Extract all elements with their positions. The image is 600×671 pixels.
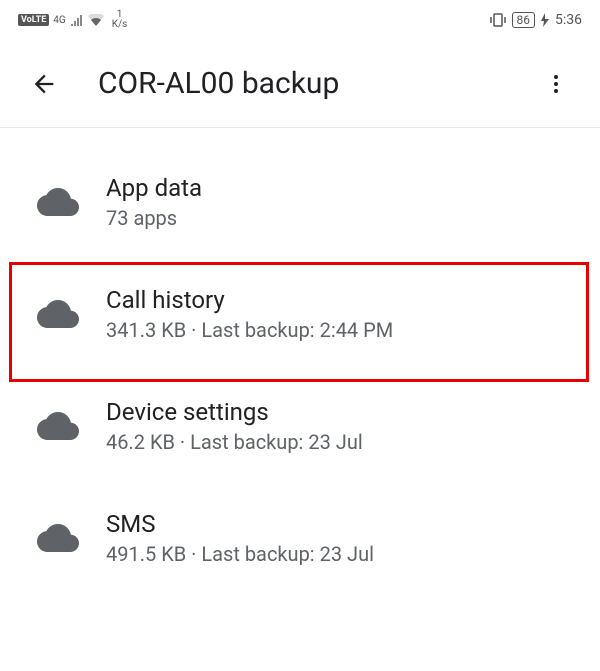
item-text: Device settings 46.2 KB · Last backup: 2…: [106, 398, 576, 454]
app-bar: COR-AL00 backup: [0, 40, 600, 128]
back-button[interactable]: [24, 64, 64, 104]
status-bar: VoLTE 4G 1 K/s 86 5:36: [0, 0, 600, 40]
list-item-call-history[interactable]: Call history 341.3 KB · Last backup: 2:4…: [0, 258, 600, 370]
item-title: App data: [106, 174, 576, 202]
more-options-button[interactable]: [536, 64, 576, 104]
backup-list: App data 73 apps Call history 341.3 KB ·…: [0, 128, 600, 594]
list-item-sms[interactable]: SMS 491.5 KB · Last backup: 23 Jul: [0, 482, 600, 594]
network-speed: 1 K/s: [112, 10, 128, 30]
item-subtitle: 46.2 KB · Last backup: 23 Jul: [106, 430, 576, 454]
clock: 5:36: [555, 12, 582, 28]
item-text: App data 73 apps: [106, 174, 576, 230]
item-text: SMS 491.5 KB · Last backup: 23 Jul: [106, 510, 576, 566]
cloud-icon: [24, 188, 92, 216]
vibrate-icon: [490, 13, 506, 27]
status-right: 86 5:36: [490, 12, 583, 28]
item-subtitle: 491.5 KB · Last backup: 23 Jul: [106, 542, 576, 566]
status-left: VoLTE 4G 1 K/s: [18, 10, 127, 30]
speed-unit: K/s: [112, 20, 128, 30]
charging-icon: [541, 13, 549, 27]
item-text: Call history 341.3 KB · Last backup: 2:4…: [106, 286, 576, 342]
cloud-icon: [24, 300, 92, 328]
item-subtitle: 73 apps: [106, 206, 576, 230]
list-item-device-settings[interactable]: Device settings 46.2 KB · Last backup: 2…: [0, 370, 600, 482]
network-indicator: 4G: [53, 15, 65, 26]
item-title: Device settings: [106, 398, 576, 426]
wifi-icon: [88, 14, 104, 26]
battery-indicator: 86: [512, 12, 536, 28]
cloud-icon: [24, 524, 92, 552]
more-vert-icon: [544, 72, 568, 96]
item-title: SMS: [106, 510, 576, 538]
cloud-icon: [24, 412, 92, 440]
arrow-back-icon: [30, 70, 58, 98]
item-title: Call history: [106, 286, 576, 314]
page-title: COR-AL00 backup: [98, 66, 536, 101]
list-item-app-data[interactable]: App data 73 apps: [0, 146, 600, 258]
item-subtitle: 341.3 KB · Last backup: 2:44 PM: [106, 318, 576, 342]
signal-icon: [70, 14, 84, 26]
volte-badge: VoLTE: [18, 14, 49, 26]
